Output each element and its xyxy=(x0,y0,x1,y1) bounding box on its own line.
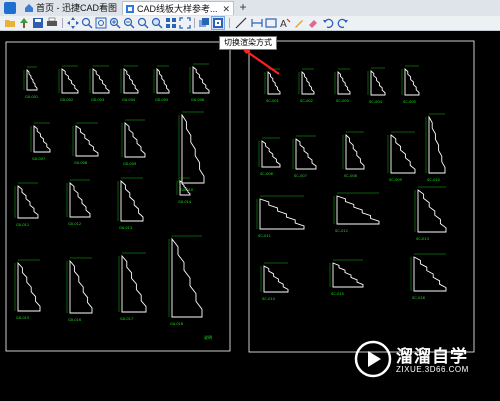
profile-label: GX-006 xyxy=(191,98,205,102)
profile-label: SC-008 xyxy=(344,174,358,178)
render-mode-icon[interactable] xyxy=(211,16,225,30)
toolbar: A xyxy=(0,16,500,31)
profile-label: GX-014 xyxy=(178,200,192,204)
profile-label: GX-002 xyxy=(60,98,73,102)
zoom-extents-icon[interactable] xyxy=(95,17,107,29)
app-logo-icon xyxy=(4,2,16,14)
pan-icon[interactable] xyxy=(67,17,79,29)
new-tab-button[interactable]: + xyxy=(237,1,249,15)
profile-label: SC-010 xyxy=(427,178,441,182)
profile-label: SC-015 xyxy=(331,292,344,296)
profile-label: SC-006 xyxy=(260,172,274,176)
tab-home[interactable]: 首页 - 迅捷CAD看图 xyxy=(22,1,120,15)
profile-label: SC-007 xyxy=(294,174,307,178)
watermark-logo-icon xyxy=(354,340,392,378)
svg-text:A: A xyxy=(280,19,287,29)
profile-label: SC-004 xyxy=(369,100,383,104)
zoom-window-icon[interactable] xyxy=(81,17,93,29)
sheet-note: 说明 xyxy=(204,334,212,340)
area-measure-icon[interactable] xyxy=(265,17,277,29)
watermark-url: ZIXUE.3D66.COM xyxy=(396,365,469,374)
profile-label: GX-015 xyxy=(16,316,29,320)
fullscreen-icon[interactable] xyxy=(179,17,191,29)
watermark: 溜溜自学 ZIXUE.3D66.COM xyxy=(352,336,500,386)
zoom-in-icon[interactable] xyxy=(109,17,121,29)
profile-label: GX-001 xyxy=(25,95,38,99)
layers-icon[interactable] xyxy=(198,17,210,29)
profile-label: SC-002 xyxy=(300,99,313,103)
cad-file-icon xyxy=(126,5,134,13)
profile-label: SC-014 xyxy=(262,297,276,301)
open-folder-icon[interactable] xyxy=(4,17,16,29)
profile-label: GX-004 xyxy=(122,98,136,102)
profile-label: SC-005 xyxy=(403,100,416,104)
profile-label: GX-005 xyxy=(155,98,168,102)
save-icon[interactable] xyxy=(32,17,44,29)
profile-label: SC-001 xyxy=(266,99,279,103)
profile-label: GX-007 xyxy=(32,157,45,161)
line-tool-icon[interactable] xyxy=(235,17,247,29)
tab-bar: 首页 - 迅捷CAD看图 CAD线板大样参考... ✕ + xyxy=(0,0,500,17)
watermark-title: 溜溜自学 xyxy=(396,347,468,366)
toolbar-separator xyxy=(229,18,230,28)
zoom-previous-icon[interactable] xyxy=(137,17,149,29)
profile-label: SC-003 xyxy=(336,99,349,103)
tab-drawing-label: CAD线板大样参考... xyxy=(137,4,218,14)
profile-label: GX-008 xyxy=(74,161,88,165)
profile-label: SC-012 xyxy=(335,229,348,233)
zoom-out-icon[interactable] xyxy=(123,17,135,29)
profile-label: GX-012 xyxy=(68,222,81,226)
toolbar-separator xyxy=(62,18,63,28)
profile-label: GX-009 xyxy=(123,162,137,166)
profile-label: SC-009 xyxy=(389,178,403,182)
pencil-icon[interactable] xyxy=(293,17,305,29)
zoom-realtime-icon[interactable] xyxy=(151,17,163,29)
profile-label: GX-011 xyxy=(16,223,29,227)
cad-tree-icon[interactable] xyxy=(18,17,30,29)
profile-label: GX-018 xyxy=(170,322,184,326)
render-mode-tooltip: 切换渲染方式 xyxy=(219,36,277,50)
home-icon xyxy=(25,4,33,12)
profile-label: GX-016 xyxy=(68,318,82,322)
profile-label: SC-016 xyxy=(412,296,426,300)
tab-home-label: 首页 - 迅捷CAD看图 xyxy=(36,3,118,13)
profile-label: GX-017 xyxy=(120,317,133,321)
undo-icon[interactable] xyxy=(322,17,334,29)
profile-label: SC-013 xyxy=(416,237,429,241)
grid-view-icon[interactable] xyxy=(165,17,177,29)
print-icon[interactable] xyxy=(46,17,58,29)
toolbar-separator xyxy=(194,18,195,28)
profile-label: GX-013 xyxy=(119,226,132,230)
measure-icon[interactable] xyxy=(251,17,263,29)
profile-label: GX-003 xyxy=(91,98,104,102)
text-annotation-icon[interactable]: A xyxy=(279,17,291,29)
tab-drawing[interactable]: CAD线板大样参考... ✕ xyxy=(122,1,234,15)
close-tab-icon[interactable]: ✕ xyxy=(222,2,230,15)
profile-label: SC-011 xyxy=(258,234,271,238)
eraser-icon[interactable] xyxy=(307,17,319,29)
redo-icon[interactable] xyxy=(337,17,349,29)
